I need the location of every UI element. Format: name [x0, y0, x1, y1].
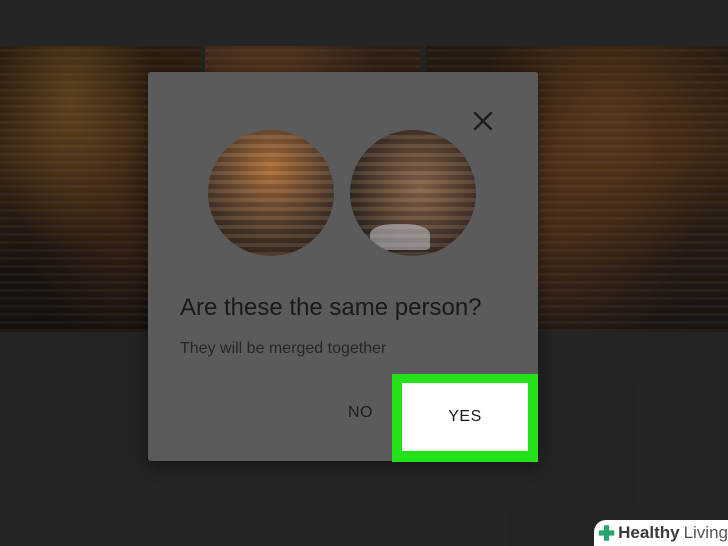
face-thumbnail-1 [208, 130, 334, 256]
face-detail [370, 224, 430, 250]
watermark: Healthy Living [594, 520, 728, 546]
photo-app-screen: Are these the same person? They will be … [0, 0, 728, 546]
healthy-living-logo-icon [598, 525, 615, 541]
dialog-title: Are these the same person? [180, 294, 482, 321]
face-thumbnail-2 [350, 130, 476, 256]
face-blur [208, 130, 334, 256]
merge-person-dialog: Are these the same person? They will be … [148, 72, 538, 462]
yes-button-label: YES [448, 408, 482, 425]
yes-button[interactable]: YES [402, 383, 528, 451]
dialog-subtitle: They will be merged together [180, 340, 387, 357]
watermark-brand: Healthy [618, 523, 680, 542]
watermark-suffix: Living [683, 523, 728, 542]
no-button[interactable]: NO [348, 404, 373, 422]
